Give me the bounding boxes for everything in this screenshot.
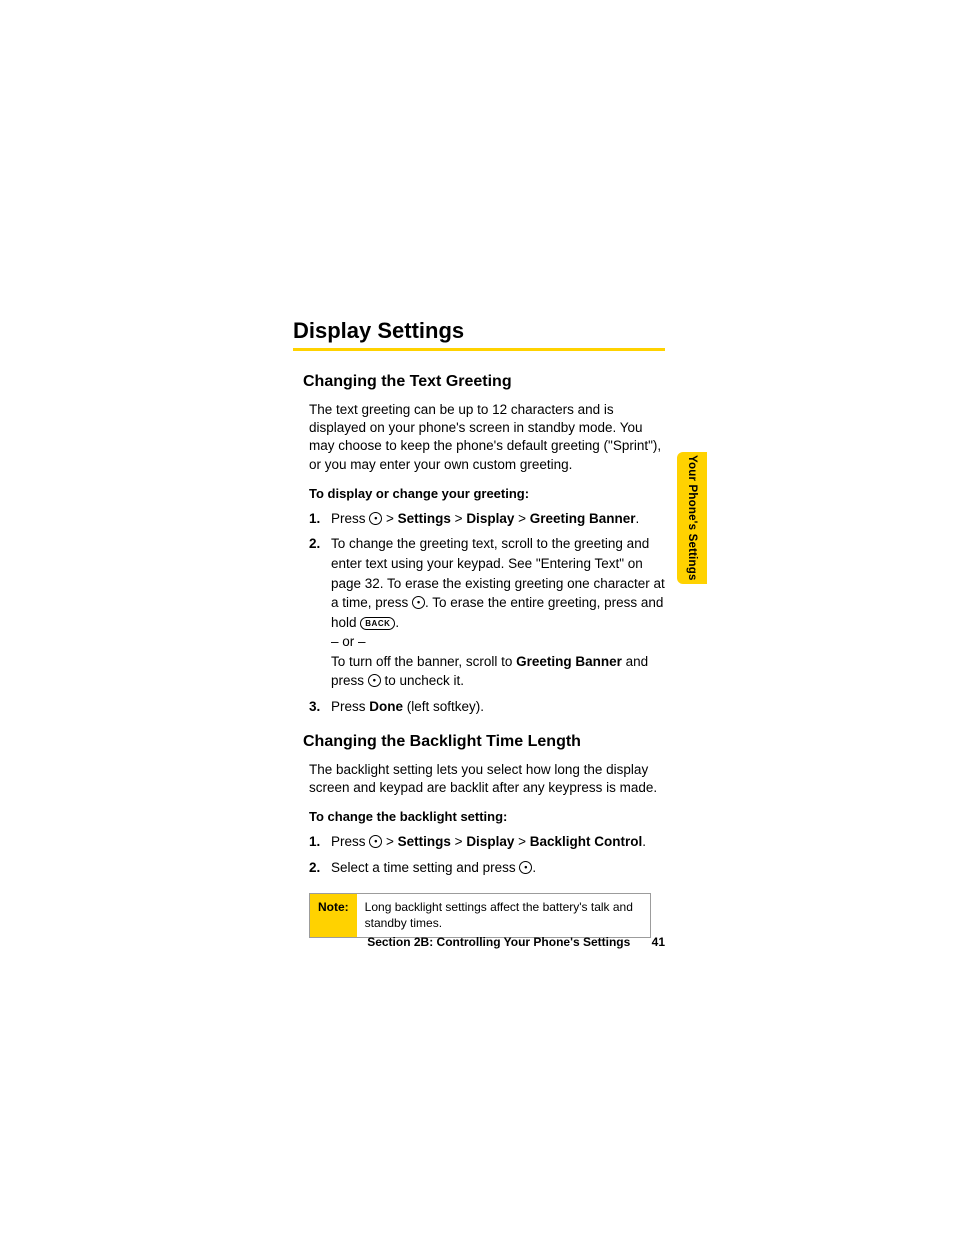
text-fragment: >	[382, 834, 397, 849]
nav-key-icon	[368, 674, 381, 687]
text-fragment: .	[636, 511, 640, 526]
nav-key-icon	[412, 596, 425, 609]
list-item: 1. Press > Settings > Display > Backligh…	[309, 832, 665, 852]
text-fragment: >	[451, 834, 466, 849]
page-title: Display Settings	[293, 318, 665, 344]
nav-key-icon	[369, 512, 382, 525]
nav-key-icon	[369, 835, 382, 848]
section-heading-backlight: Changing the Backlight Time Length	[303, 733, 665, 751]
page-footer: Section 2B: Controlling Your Phone's Set…	[293, 935, 665, 949]
step-number: 3.	[309, 697, 331, 717]
step-text: To change the greeting text, scroll to t…	[331, 534, 665, 691]
step-text: Press > Settings > Display > Greeting Ba…	[331, 509, 665, 529]
text-fragment: >	[382, 511, 397, 526]
step-text: Press > Settings > Display > Backlight C…	[331, 832, 665, 852]
back-key-icon: BACK	[360, 617, 395, 630]
text-fragment: to uncheck it.	[381, 673, 464, 688]
step-text: Press Done (left softkey).	[331, 697, 665, 717]
text-fragment: >	[514, 511, 529, 526]
step-number: 1.	[309, 509, 331, 529]
step-number: 2.	[309, 534, 331, 691]
step-text: Select a time setting and press .	[331, 858, 665, 878]
section2-steps: 1. Press > Settings > Display > Backligh…	[309, 832, 665, 877]
section2-intro: The backlight setting lets you select ho…	[309, 761, 665, 797]
menu-path-item: Greeting Banner	[516, 654, 622, 669]
note-box: Note: Long backlight settings affect the…	[309, 893, 651, 938]
page-content: Display Settings Changing the Text Greet…	[293, 318, 665, 938]
note-label: Note:	[310, 894, 357, 937]
menu-path-item: Display	[466, 511, 514, 526]
menu-path-item: Backlight Control	[530, 834, 643, 849]
text-fragment: .	[395, 615, 399, 630]
note-text: Long backlight settings affect the batte…	[357, 894, 650, 937]
side-tab-label: Your Phone's Settings	[686, 455, 698, 581]
text-fragment: >	[451, 511, 466, 526]
step-number: 2.	[309, 858, 331, 878]
list-item: 1. Press > Settings > Display > Greeting…	[309, 509, 665, 529]
text-fragment: Press	[331, 699, 369, 714]
text-fragment: Press	[331, 834, 369, 849]
nav-key-icon	[519, 861, 532, 874]
text-fragment: Select a time setting and press	[331, 860, 519, 875]
text-fragment: >	[514, 834, 529, 849]
text-fragment: – or –	[331, 634, 366, 649]
title-underline	[293, 348, 665, 351]
footer-section: Section 2B: Controlling Your Phone's Set…	[367, 935, 630, 949]
menu-path-item: Greeting Banner	[530, 511, 636, 526]
list-item: 2. To change the greeting text, scroll t…	[309, 534, 665, 691]
section1-intro: The text greeting can be up to 12 charac…	[309, 401, 665, 474]
list-item: 3. Press Done (left softkey).	[309, 697, 665, 717]
section1-lead: To display or change your greeting:	[309, 486, 665, 501]
side-tab: Your Phone's Settings	[677, 452, 707, 584]
page-number: 41	[652, 935, 665, 949]
text-fragment: To turn off the banner, scroll to	[331, 654, 516, 669]
step-number: 1.	[309, 832, 331, 852]
softkey-label: Done	[369, 699, 403, 714]
section-heading-greeting: Changing the Text Greeting	[303, 373, 665, 391]
menu-path-item: Settings	[398, 834, 451, 849]
text-fragment: .	[642, 834, 646, 849]
menu-path-item: Settings	[398, 511, 451, 526]
text-fragment: Press	[331, 511, 369, 526]
menu-path-item: Display	[466, 834, 514, 849]
text-fragment: .	[532, 860, 536, 875]
list-item: 2. Select a time setting and press .	[309, 858, 665, 878]
section2-lead: To change the backlight setting:	[309, 809, 665, 824]
text-fragment: (left softkey).	[403, 699, 484, 714]
section1-steps: 1. Press > Settings > Display > Greeting…	[309, 509, 665, 717]
